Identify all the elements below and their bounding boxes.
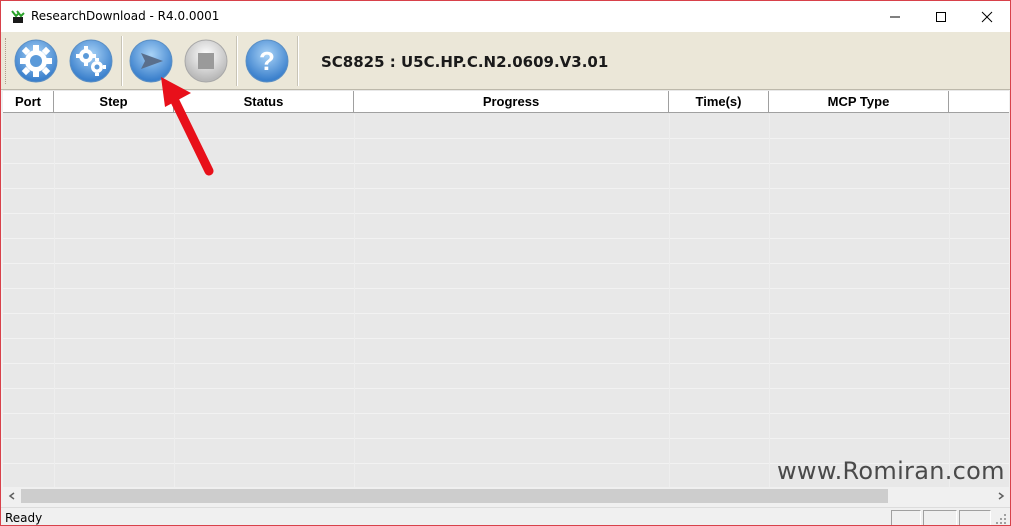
watermark-text: www.Romiran.com [777,457,1005,485]
toolbar-separator [297,36,299,86]
table-row [3,389,1009,414]
port-list[interactable]: Port Step Status Progress Time(s) MCP Ty… [3,90,1009,487]
column-divider [174,114,175,487]
status-text: Ready [5,511,43,525]
start-download-button[interactable] [129,39,173,83]
table-row [3,114,1009,139]
chevron-left-icon [8,492,14,500]
column-header-time[interactable]: Time(s) [669,91,769,113]
table-row [3,339,1009,364]
column-divider [769,114,770,487]
list-header: Port Step Status Progress Time(s) MCP Ty… [3,91,1009,113]
minimize-icon [890,16,900,17]
status-panel [923,510,957,525]
svg-text:?: ? [259,46,275,76]
table-row [3,239,1009,264]
table-row [3,189,1009,214]
table-row [3,139,1009,164]
table-row [3,214,1009,239]
toolbar: ? SC8825 : U5C.HP.C.N2.0609.V3.01 [1,32,1010,90]
table-row [3,264,1009,289]
load-packet-button[interactable] [69,39,113,83]
column-divider [669,114,670,487]
title-bar[interactable]: ResearchDownload - R4.0.0001 [1,1,1010,32]
column-header-port[interactable]: Port [3,91,54,113]
minimize-button[interactable] [872,1,918,32]
gear-icon [14,39,58,83]
column-header-progress[interactable]: Progress [354,91,669,113]
column-header-extra[interactable] [949,91,1009,113]
column-divider [949,114,950,487]
column-divider [354,114,355,487]
horizontal-scrollbar[interactable] [3,487,1009,505]
table-row [3,414,1009,439]
close-icon [981,11,993,22]
help-button[interactable]: ? [245,39,289,83]
table-row [3,164,1009,189]
column-header-mcp-type[interactable]: MCP Type [769,91,949,113]
firmware-version-label: SC8825 : U5C.HP.C.N2.0609.V3.01 [321,53,609,71]
status-panel [891,510,921,525]
stop-download-button[interactable] [184,39,228,83]
status-bar: Ready [1,507,1010,525]
table-row [3,314,1009,339]
scroll-right-button[interactable] [992,487,1009,505]
settings-button[interactable] [14,39,58,83]
chevron-right-icon [998,492,1004,500]
gears-icon [69,39,113,83]
maximize-button[interactable] [918,1,964,32]
app-logo-icon [11,10,25,23]
status-panel [959,510,991,525]
resize-grip-icon[interactable] [995,513,1007,525]
question-icon: ? [245,39,289,83]
table-row [3,364,1009,389]
column-header-status[interactable]: Status [174,91,354,113]
column-divider [54,114,55,487]
scrollbar-thumb[interactable] [21,489,888,503]
app-window: ResearchDownload - R4.0.0001 ? SC8825: … [0,0,1011,526]
play-arrow-icon [129,39,173,83]
maximize-icon [936,11,946,22]
toolbar-grip[interactable] [5,38,7,84]
window-title: ResearchDownload - R4.0.0001 [31,9,220,23]
list-body [3,114,1009,487]
toolbar-separator [236,36,238,86]
column-header-step[interactable]: Step [54,91,174,113]
toolbar-separator [121,36,123,86]
scroll-left-button[interactable] [3,487,20,505]
table-row [3,289,1009,314]
stop-icon [184,39,228,83]
close-button[interactable] [964,1,1010,32]
